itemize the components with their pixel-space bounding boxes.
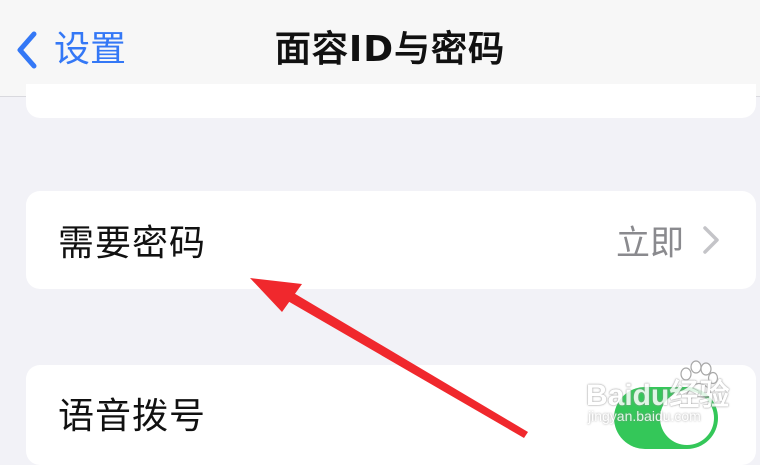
require-passcode-value: 立即 bbox=[616, 223, 684, 264]
require-passcode-label: 需要密码 bbox=[58, 223, 207, 264]
voice-dial-label: 语音拨号 bbox=[58, 396, 207, 437]
chevron-right-icon bbox=[703, 226, 719, 254]
navigation-bar: 设置 面容ID与密码 bbox=[0, 0, 760, 97]
previous-section-card bbox=[26, 84, 756, 118]
require-passcode-row[interactable]: 需要密码 立即 bbox=[26, 191, 756, 289]
page-title: 面容ID与密码 bbox=[274, 29, 506, 70]
toggle-knob bbox=[660, 391, 714, 445]
voice-dial-row: 语音拨号 bbox=[26, 365, 756, 465]
